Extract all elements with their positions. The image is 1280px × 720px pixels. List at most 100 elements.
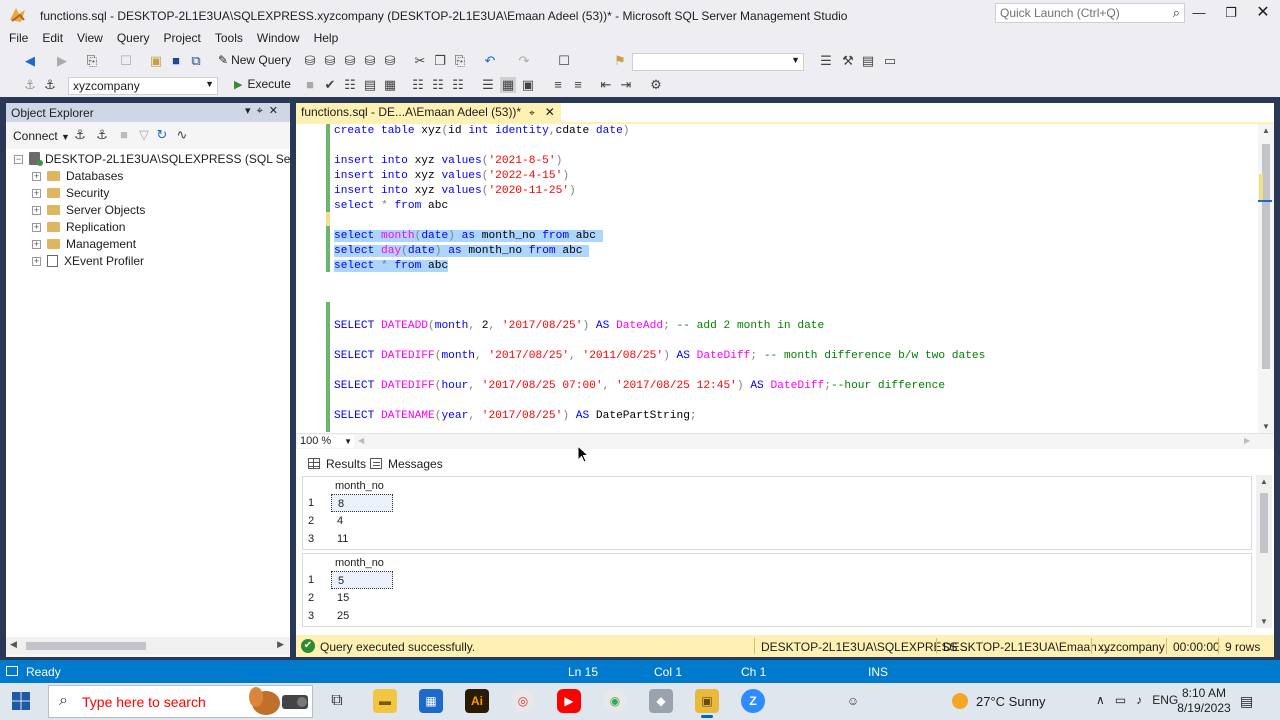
scroll-up-icon[interactable]: ▲ — [1260, 477, 1268, 486]
change-connection-icon[interactable]: ⚓ — [42, 77, 58, 93]
expand-icon[interactable]: + — [32, 189, 41, 198]
results-to-grid-icon[interactable]: ▦ — [500, 77, 516, 93]
taskbar-clock[interactable]: 8:10 AM 8/19/2023 — [1172, 686, 1236, 716]
menu-project[interactable]: Project — [157, 30, 208, 46]
open-file-icon[interactable]: ▣ — [148, 53, 164, 69]
include-plan-icon[interactable]: ☷ — [410, 77, 426, 93]
activity-icon[interactable]: ∿ — [174, 127, 190, 143]
menu-query[interactable]: Query — [110, 30, 157, 46]
scroll-left-icon[interactable]: ◀ — [358, 436, 364, 445]
disconnect-icon[interactable]: ⚓ — [94, 127, 110, 143]
find-icon[interactable]: ⚑ — [612, 53, 628, 69]
client-stats-icon[interactable]: ☷ — [450, 77, 466, 93]
file-explorer-icon[interactable]: ▬ — [373, 689, 397, 713]
scroll-left-icon[interactable]: ◀ — [10, 639, 17, 650]
row-number[interactable]: 2 — [303, 512, 331, 530]
editor-vscrollbar[interactable]: ▲ ▼ — [1258, 124, 1274, 433]
quick-launch-input[interactable]: Quick Launch (Ctrl+Q) ⌕ — [995, 3, 1185, 23]
panel-menu-icon[interactable]: ▾ — [245, 105, 257, 117]
close-button[interactable]: ✕ — [1250, 4, 1276, 24]
grid-cell[interactable]: 8 — [331, 494, 393, 512]
tree-node-server[interactable]: − DESKTOP-2L1E3UA\SQLEXPRESS (SQL Server … — [14, 151, 290, 168]
grid-cell[interactable]: 11 — [331, 530, 393, 548]
windows-start-icon[interactable] — [12, 692, 30, 710]
menu-view[interactable]: View — [70, 30, 110, 46]
query-options-icon[interactable]: ▤ — [362, 77, 378, 93]
dmx-query-icon[interactable]: ⛁ — [342, 53, 358, 69]
scrollbar-thumb[interactable] — [1260, 493, 1268, 553]
code-editor[interactable]: create table xyz(id int identity,cdate d… — [296, 124, 1258, 433]
column-header[interactable]: month_no — [331, 555, 393, 571]
toolbox-icon[interactable]: ▤ — [860, 53, 876, 69]
redo-icon[interactable]: ↷ — [516, 53, 532, 69]
tab-functions-sql[interactable]: functions.sql - DE...A\Emaan Adeel (53))… — [296, 103, 561, 122]
expand-icon[interactable]: + — [32, 240, 41, 249]
uncomment-icon[interactable]: ≡ — [570, 77, 586, 93]
scroll-up-icon[interactable]: ▲ — [1262, 126, 1270, 135]
back-icon[interactable]: ◀ — [22, 53, 38, 69]
zoom-select[interactable]: 100 % ▼ — [298, 435, 354, 448]
execute-button[interactable]: ▶ Execute — [234, 77, 291, 91]
save-icon[interactable]: ■ — [168, 53, 184, 69]
expand-icon[interactable]: + — [32, 223, 41, 232]
result-grid-1[interactable]: month_no 1 8 2 4 3 11 — [302, 476, 1252, 550]
notifications-icon[interactable]: ▤ — [1240, 693, 1253, 710]
weather-widget[interactable]: 27°C Sunny — [952, 693, 1046, 709]
volume-icon[interactable]: ♪ — [1136, 693, 1142, 707]
results-to-file-icon[interactable]: ▣ — [520, 77, 536, 93]
row-number[interactable]: 1 — [303, 494, 331, 512]
result-grid-2[interactable]: month_no 1 5 2 15 3 25 — [302, 553, 1252, 627]
grid-cell[interactable]: 15 — [331, 589, 393, 607]
people-icon[interactable]: ☺ — [841, 689, 865, 713]
available-databases-select[interactable]: xyzcompany ▼ — [68, 77, 218, 95]
adobe-illustrator-icon[interactable]: Ai — [465, 689, 489, 713]
menu-help[interactable]: Help — [307, 30, 346, 46]
menu-file[interactable]: File — [0, 30, 35, 46]
xmla-query-icon[interactable]: ⛁ — [362, 53, 378, 69]
network-icon[interactable]: ▭ — [1115, 693, 1126, 707]
collapse-icon[interactable]: − — [14, 155, 23, 164]
tree-node-security[interactable]: + Security — [32, 185, 109, 202]
tree-node-databases[interactable]: + Databases — [32, 168, 123, 185]
expand-icon[interactable]: + — [32, 257, 41, 266]
pin-icon[interactable]: ⌖ — [257, 105, 269, 117]
database-engine-query-icon[interactable]: ⛁ — [302, 53, 318, 69]
scroll-right-icon[interactable]: ▶ — [277, 639, 284, 650]
row-number[interactable]: 3 — [303, 530, 331, 548]
scrollbar-thumb[interactable] — [26, 642, 146, 650]
results-vscrollbar[interactable]: ▲ ▼ — [1256, 475, 1272, 628]
youtube-icon[interactable]: ▶ — [557, 689, 581, 713]
row-number[interactable]: 1 — [303, 571, 331, 589]
save-all-icon[interactable]: ⧉ — [188, 53, 204, 69]
menu-window[interactable]: Window — [250, 30, 307, 46]
window-layout-icon[interactable]: ▭ — [882, 53, 898, 69]
stop-icon[interactable]: ■ — [116, 127, 132, 143]
comment-icon[interactable]: ≡ — [550, 77, 566, 93]
maximize-button[interactable]: ❐ — [1218, 4, 1244, 24]
specify-values-icon[interactable]: ⚙ — [648, 77, 664, 93]
virtualbox-icon[interactable]: ◆ — [649, 689, 673, 713]
scroll-right-icon[interactable]: ▶ — [1244, 436, 1250, 445]
undo-icon[interactable]: ↶ — [482, 53, 498, 69]
properties-icon[interactable]: ☰ — [818, 53, 834, 69]
intellisense-icon[interactable]: ▦ — [382, 77, 398, 93]
tab-close-icon[interactable]: ✕ — [545, 105, 555, 119]
minimize-button[interactable]: — — [1186, 4, 1212, 24]
chrome-icon[interactable]: ◎ — [511, 689, 535, 713]
cut-icon[interactable]: ✂ — [412, 53, 428, 69]
connect-dropdown[interactable]: Connect ▼ — [13, 129, 70, 143]
row-number[interactable]: 2 — [303, 589, 331, 607]
chevron-up-icon[interactable]: ∧ — [1096, 693, 1105, 707]
chrome-profile-icon[interactable]: ◉ — [603, 689, 627, 713]
grid-cell[interactable]: 5 — [331, 571, 393, 589]
display-plan-icon[interactable]: ☷ — [342, 77, 358, 93]
menu-edit[interactable]: Edit — [35, 30, 70, 46]
scrollbar-thumb[interactable] — [1262, 144, 1270, 369]
increase-indent-icon[interactable]: ⇥ — [618, 77, 634, 93]
decrease-indent-icon[interactable]: ⇤ — [598, 77, 614, 93]
mdx-query-icon[interactable]: ⛁ — [322, 53, 338, 69]
paste-icon[interactable]: ⎘ — [452, 53, 468, 69]
panel-close-icon[interactable]: ✕ — [269, 105, 284, 117]
new-query-button[interactable]: ✎ New Query — [218, 53, 291, 67]
tab-messages[interactable]: Messages — [364, 453, 449, 475]
